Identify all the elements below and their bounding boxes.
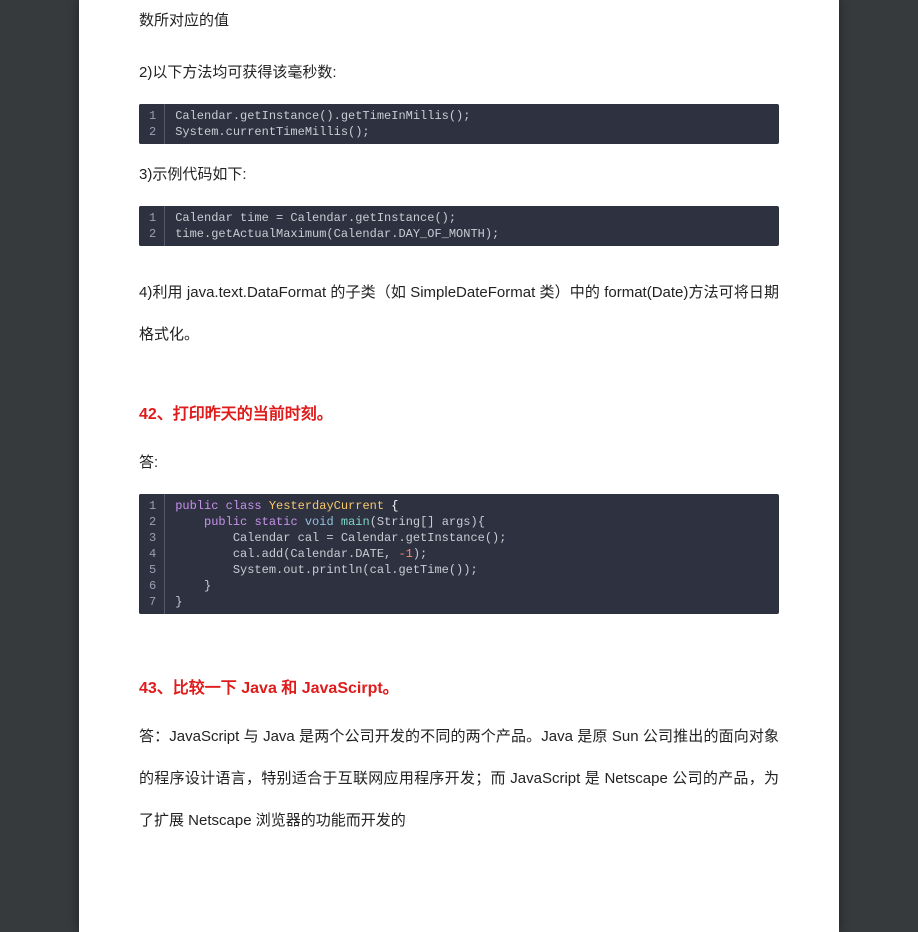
code-line: } (165, 578, 779, 594)
code-lines: Calendar.getInstance().getTimeInMillis()… (165, 104, 779, 144)
line-number: 2 (139, 124, 164, 140)
class-name-token: YesterdayCurrent (269, 499, 384, 513)
line-numbers: 1 2 3 4 5 6 7 (139, 494, 165, 614)
line-number: 3 (139, 530, 164, 546)
code-lines: Calendar time = Calendar.getInstance(); … (165, 206, 779, 246)
code-line: time.getActualMaximum(Calendar.DAY_OF_MO… (165, 226, 779, 242)
code-text-token: ); (413, 547, 427, 561)
heading-43: 43、比较一下 Java 和 JavaScirpt。 (139, 674, 779, 698)
code-block-yesterday: 1 2 3 4 5 6 7 public class YesterdayCurr… (139, 494, 779, 614)
paragraph-section-2: 2)以下方法均可获得该毫秒数: (139, 52, 779, 94)
signature-token: (String[] args){ (370, 515, 485, 529)
paragraph-partial-top: 数所对应的值 (139, 0, 779, 42)
code-line: Calendar time = Calendar.getInstance(); (165, 210, 779, 226)
code-text-token: cal.add(Calendar.DATE, (175, 547, 398, 561)
paragraph-section-3: 3)示例代码如下: (139, 154, 779, 196)
code-line: public static void main(String[] args){ (165, 514, 779, 530)
line-number: 2 (139, 226, 164, 242)
heading-42: 42、打印昨天的当前时刻。 (139, 400, 779, 424)
code-block-millis: 1 2 Calendar.getInstance().getTimeInMill… (139, 104, 779, 144)
answer-paragraph-43: 答：JavaScript 与 Java 是两个公司开发的不同的两个产品。Java… (139, 716, 779, 842)
line-number: 1 (139, 498, 164, 514)
number-token: -1 (398, 547, 412, 561)
code-line: Calendar.getInstance().getTimeInMillis()… (165, 108, 779, 124)
keyword-token: class (226, 499, 262, 513)
line-number: 7 (139, 594, 164, 610)
punct-token: { (384, 499, 398, 513)
code-block-calendar: 1 2 Calendar time = Calendar.getInstance… (139, 206, 779, 246)
line-numbers: 1 2 (139, 206, 165, 246)
document-page: 数所对应的值 2)以下方法均可获得该毫秒数: 1 2 Calendar.getI… (79, 0, 839, 932)
function-token: main (341, 515, 370, 529)
paragraph-section-4: 4)利用 java.text.DataFormat 的子类（如 SimpleDa… (139, 272, 779, 356)
line-number: 5 (139, 562, 164, 578)
code-line: } (165, 594, 779, 610)
line-number: 4 (139, 546, 164, 562)
code-line: System.out.println(cal.getTime()); (165, 562, 779, 578)
keyword-token: public (204, 515, 247, 529)
line-number: 1 (139, 210, 164, 226)
answer-label-42: 答: (139, 442, 779, 484)
keyword-token: static (254, 515, 297, 529)
keyword-token: public (175, 499, 218, 513)
code-lines: public class YesterdayCurrent { public s… (165, 494, 779, 614)
line-numbers: 1 2 (139, 104, 165, 144)
code-line: Calendar cal = Calendar.getInstance(); (165, 530, 779, 546)
line-number: 2 (139, 514, 164, 530)
code-line: cal.add(Calendar.DATE, -1); (165, 546, 779, 562)
code-line: public class YesterdayCurrent { (165, 498, 779, 514)
code-line: System.currentTimeMillis(); (165, 124, 779, 140)
line-number: 6 (139, 578, 164, 594)
line-number: 1 (139, 108, 164, 124)
type-token: void (305, 515, 334, 529)
